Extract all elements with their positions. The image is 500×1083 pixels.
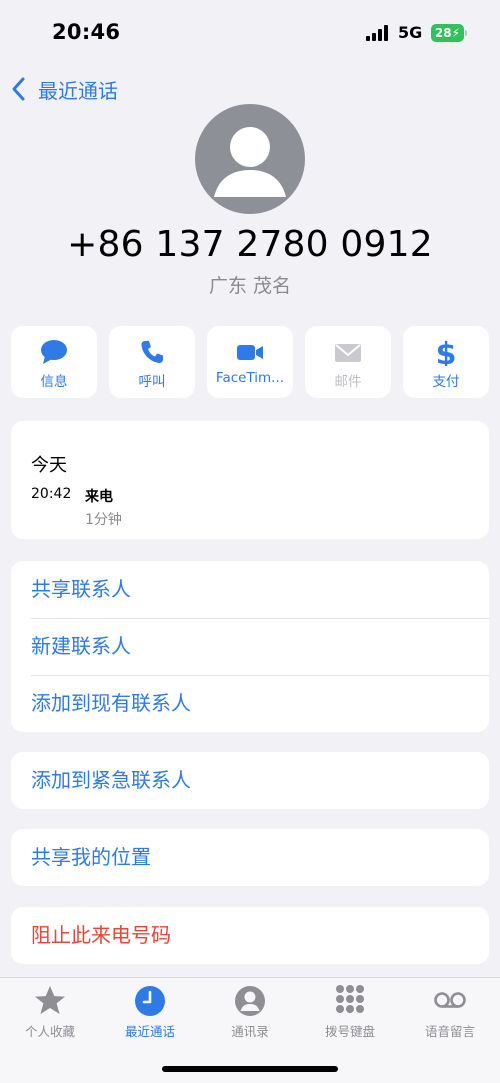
mail-label: 邮件: [334, 374, 362, 390]
mail-button[interactable]: 邮件: [305, 326, 391, 398]
share-location-button[interactable]: 共享我的位置: [11, 829, 489, 886]
recent-call-duration: 1分钟: [85, 512, 122, 528]
clock-icon: [135, 986, 165, 1016]
recent-date: 今天: [31, 455, 67, 476]
battery-icon: 28⚡: [431, 24, 464, 42]
share-location-card: 共享我的位置: [11, 829, 489, 886]
battery-tip: [465, 30, 467, 36]
network-type: 5G: [398, 23, 423, 42]
status-bar: 20:46 5G 28⚡: [0, 0, 500, 64]
action-buttons: 信息 呼叫 FaceTim... 邮件 $ 支付: [11, 326, 489, 398]
message-label: 信息: [40, 374, 68, 390]
tab-favorites-label: 个人收藏: [24, 1024, 75, 1039]
phone-location: 广东 茂名: [208, 275, 292, 297]
person-silhouette-icon: [214, 127, 286, 197]
tab-voicemail-label: 语音留言: [424, 1024, 475, 1039]
back-button[interactable]: 最近通话: [10, 74, 118, 104]
call-button[interactable]: 呼叫: [109, 326, 195, 398]
phone-number: +86 137 2780 0912: [67, 224, 433, 265]
phone-icon: [141, 341, 163, 363]
voicemail-icon: [434, 992, 466, 1008]
message-button[interactable]: 信息: [11, 326, 97, 398]
contact-options-card: 共享联系人 新建联系人 添加到现有联系人: [11, 561, 489, 732]
tab-keypad-label: 拨号键盘: [324, 1024, 375, 1039]
status-time: 20:46: [52, 20, 121, 44]
block-card: 阻止此来电号码: [11, 907, 489, 964]
add-to-existing-contact-button[interactable]: 添加到现有联系人: [11, 675, 489, 732]
back-label: 最近通话: [38, 78, 118, 103]
keypad-icon: [336, 985, 364, 1013]
block-caller-button[interactable]: 阻止此来电号码: [11, 907, 489, 964]
signal-strength-icon: [366, 25, 388, 41]
battery-level: 28: [434, 26, 452, 40]
chevron-left-icon: [12, 77, 25, 101]
tab-contacts[interactable]: 通讯录: [200, 984, 300, 1040]
new-contact-button[interactable]: 新建联系人: [11, 618, 489, 675]
recent-call-time: 20:42: [31, 486, 72, 502]
svg-text:$: $: [436, 338, 457, 366]
facetime-label: FaceTim...: [215, 370, 285, 386]
facetime-button[interactable]: FaceTim...: [207, 326, 293, 398]
tab-contacts-label: 通讯录: [231, 1024, 269, 1039]
person-circle-icon: [235, 986, 265, 1016]
recent-call-card: 今天 20:42 来电 1分钟: [11, 421, 489, 539]
tab-keypad[interactable]: 拨号键盘: [300, 984, 400, 1040]
home-indicator[interactable]: [162, 1066, 338, 1072]
dollar-icon: $: [436, 338, 457, 366]
recent-call-type: 来电: [85, 489, 113, 505]
call-label: 呼叫: [138, 374, 166, 390]
tab-recents-label: 最近通话: [124, 1024, 175, 1039]
tab-voicemail[interactable]: 语音留言: [400, 984, 500, 1040]
pay-button[interactable]: $ 支付: [403, 326, 489, 398]
tab-recents[interactable]: 最近通话: [100, 984, 200, 1040]
tab-favorites[interactable]: 个人收藏: [0, 984, 100, 1040]
pay-label: 支付: [432, 374, 460, 390]
contact-avatar: [195, 104, 305, 214]
add-emergency-contact-button[interactable]: 添加到紧急联系人: [11, 752, 489, 809]
share-contact-button[interactable]: 共享联系人: [11, 561, 489, 618]
star-icon: [35, 986, 65, 1014]
video-icon: [237, 345, 263, 360]
message-icon: [41, 340, 67, 364]
emergency-card: 添加到紧急联系人: [11, 752, 489, 809]
mail-icon: [335, 344, 361, 362]
